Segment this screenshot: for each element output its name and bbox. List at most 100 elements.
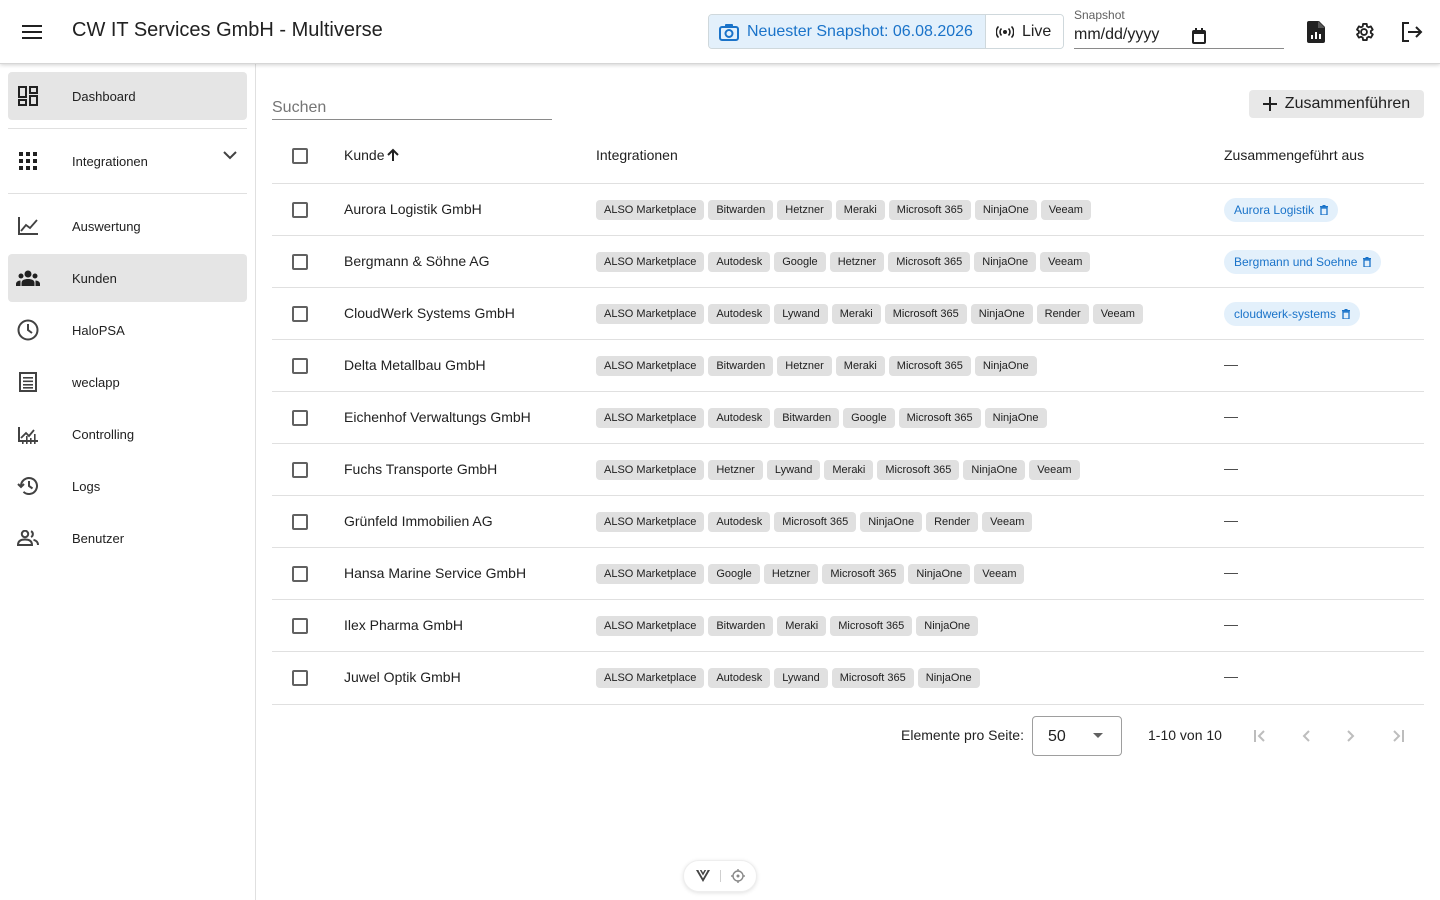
search-input[interactable] [272, 90, 552, 117]
sidebar-item-kunden[interactable]: Kunden [8, 254, 247, 302]
vue-logo-icon[interactable] [695, 870, 710, 882]
merge-button-label: Zusammenführen [1284, 95, 1411, 112]
snapshot-field-label: Snapshot [1074, 8, 1125, 22]
integration-chip: Veeam [1092, 304, 1143, 324]
integration-chip: Autodesk [708, 304, 771, 324]
integration-chip: NinjaOne [974, 356, 1037, 376]
delete-icon[interactable] [1342, 309, 1351, 319]
logout-button[interactable] [1396, 16, 1428, 48]
calendar-icon[interactable] [1192, 28, 1206, 44]
chevron-down-icon[interactable] [223, 151, 237, 160]
sidebar-divider [8, 128, 247, 129]
integration-chip: Veeam [1040, 252, 1091, 272]
first-page-button[interactable] [1246, 722, 1274, 750]
latest-snapshot-button[interactable]: Neuester Snapshot: 06.08.2026 [709, 15, 985, 48]
table-row[interactable]: Ilex Pharma GmbH ALSO Marketplace Bitwarde… [272, 600, 1424, 652]
sidebar-item-benutzer[interactable]: Benutzer [8, 514, 247, 562]
table-row[interactable]: Aurora Logistik GmbH ALSO Marketplace Bitw… [272, 184, 1424, 236]
integration-chip: Hetzner [777, 200, 832, 220]
live-button[interactable]: Live [984, 15, 1064, 48]
sidebar-item-controlling[interactable]: Controlling [8, 410, 247, 458]
sidebar-item-dashboard[interactable]: Dashboard [8, 72, 247, 120]
table-row[interactable]: CloudWerk Systems GmbH ALSO Marketplace Au… [272, 288, 1424, 340]
integration-chip: Hetzner [763, 564, 819, 584]
merge-button[interactable]: Zusammenführen [1249, 90, 1424, 118]
app-bar: CW IT Services GmbH - Multiverse Neueste… [0, 0, 1440, 64]
page-range: 1-10 von 10 [1148, 727, 1222, 743]
integration-chip: Google [843, 408, 895, 428]
row-checkbox[interactable] [292, 618, 308, 634]
integration-chip: ALSO Marketplace [596, 512, 705, 532]
integration-chip: Autodesk [708, 668, 771, 688]
page-size-select[interactable]: 50 [1032, 716, 1122, 756]
previous-page-button[interactable] [1292, 722, 1320, 750]
sidebar-item-weclapp[interactable]: weclapp [8, 358, 247, 406]
integration-chip: NinjaOne [974, 200, 1037, 220]
table-row[interactable]: Hansa Marine Service GmbH ALSO Marketplac… [272, 548, 1424, 600]
dashboard-icon [16, 84, 40, 108]
row-checkbox[interactable] [292, 462, 308, 478]
integration-chips: ALSO Marketplace Autodesk Microsoft 365 Nin… [596, 512, 1033, 532]
row-checkbox[interactable] [292, 358, 308, 374]
menu-icon [22, 25, 42, 39]
merged-source-chip[interactable]: cloudwerk-systems [1224, 302, 1361, 326]
sidebar-item-label: HaloPSA [72, 322, 125, 338]
column-header-kunde[interactable]: Kunde [344, 147, 400, 163]
integration-chip: Autodesk [708, 252, 771, 272]
merged-source-chip[interactable]: Aurora Logistik [1224, 198, 1339, 222]
table-row[interactable]: Delta Metallbau GmbH ALSO Marketplace Bitw… [272, 340, 1424, 392]
delete-icon[interactable] [1363, 257, 1372, 267]
table-row[interactable]: Grünfeld Immobilien AG ALSO Marketplace Au… [272, 496, 1424, 548]
search-field[interactable] [272, 90, 552, 120]
row-checkbox[interactable] [292, 306, 308, 322]
delete-icon[interactable] [1320, 205, 1329, 215]
report-button[interactable] [1300, 16, 1332, 48]
merged-from-empty: — [1224, 408, 1238, 424]
integration-chip: Lywand [774, 304, 828, 324]
row-checkbox[interactable] [292, 410, 308, 426]
integration-chips: ALSO Marketplace Bitwarden Hetzner Meraki Mi… [596, 356, 1037, 376]
page-size-value: 50 [1048, 728, 1066, 745]
customer-name: Fuchs Transporte GmbH [344, 461, 498, 477]
merged-from-cell: Bergmann und Soehne [1224, 250, 1382, 274]
row-checkbox[interactable] [292, 566, 308, 582]
integration-chip: Microsoft 365 [830, 616, 913, 636]
sidebar-item-integrationen[interactable]: Integrationen [8, 137, 247, 185]
merged-source-chip[interactable]: Bergmann und Soehne [1224, 250, 1382, 274]
table-row[interactable]: Eichenhof Verwaltungs GmbH ALSO Marketpla… [272, 392, 1424, 444]
merged-from-empty: — [1224, 564, 1238, 580]
table-row[interactable]: Bergmann & Söhne AG ALSO Marketplace Autod… [272, 236, 1424, 288]
row-checkbox[interactable] [292, 254, 308, 270]
snapshot-date-field[interactable]: Snapshot mm/dd/yyyy [1074, 8, 1284, 49]
customer-name: Hansa Marine Service GmbH [344, 565, 527, 581]
sidebar-item-auswertung[interactable]: Auswertung [8, 202, 247, 250]
row-checkbox[interactable] [292, 202, 308, 218]
last-page-button[interactable] [1384, 722, 1412, 750]
sidebar-item-logs[interactable]: Logs [8, 462, 247, 510]
live-label: Live [1021, 22, 1052, 40]
target-icon[interactable] [730, 869, 745, 883]
merged-source-label: Bergmann und Soehne [1234, 255, 1358, 269]
devtools-toolbar [683, 860, 757, 892]
live-broadcast-icon [995, 25, 1014, 38]
row-checkbox[interactable] [292, 670, 308, 686]
integration-chips: ALSO Marketplace Bitwarden Meraki Microsoft… [596, 616, 979, 636]
sidebar-item-halopsa[interactable]: HaloPSA [8, 306, 247, 354]
row-checkbox[interactable] [292, 514, 308, 530]
next-page-button[interactable] [1337, 722, 1365, 750]
column-header-merged-from: Zusammengeführt aus [1224, 147, 1365, 163]
menu-button[interactable] [12, 12, 52, 52]
integration-chips: ALSO Marketplace Autodesk Bitwarden Google M… [596, 408, 1047, 428]
integration-chip: NinjaOne [974, 252, 1037, 272]
table-row[interactable]: Fuchs Transporte GmbH ALSO Marketplace Het… [272, 444, 1424, 496]
table-row[interactable]: Juwel Optik GmbH ALSO Marketplace Autodesk… [272, 652, 1424, 705]
snapshot-date-input[interactable]: mm/dd/yyyy [1074, 26, 1159, 44]
integration-chip: Microsoft 365 [774, 512, 857, 532]
sidebar-item-label: Kunden [72, 270, 117, 286]
integration-chip: Meraki [777, 616, 827, 636]
select-all-checkbox[interactable] [292, 148, 308, 164]
table-header: Kunde Integrationen Zusammengeführt aus [272, 128, 1424, 184]
settings-button[interactable] [1348, 16, 1380, 48]
integration-chip: Hetzner [777, 356, 832, 376]
integration-chips: ALSO Marketplace Autodesk Google Hetzner Mic… [596, 252, 1091, 272]
